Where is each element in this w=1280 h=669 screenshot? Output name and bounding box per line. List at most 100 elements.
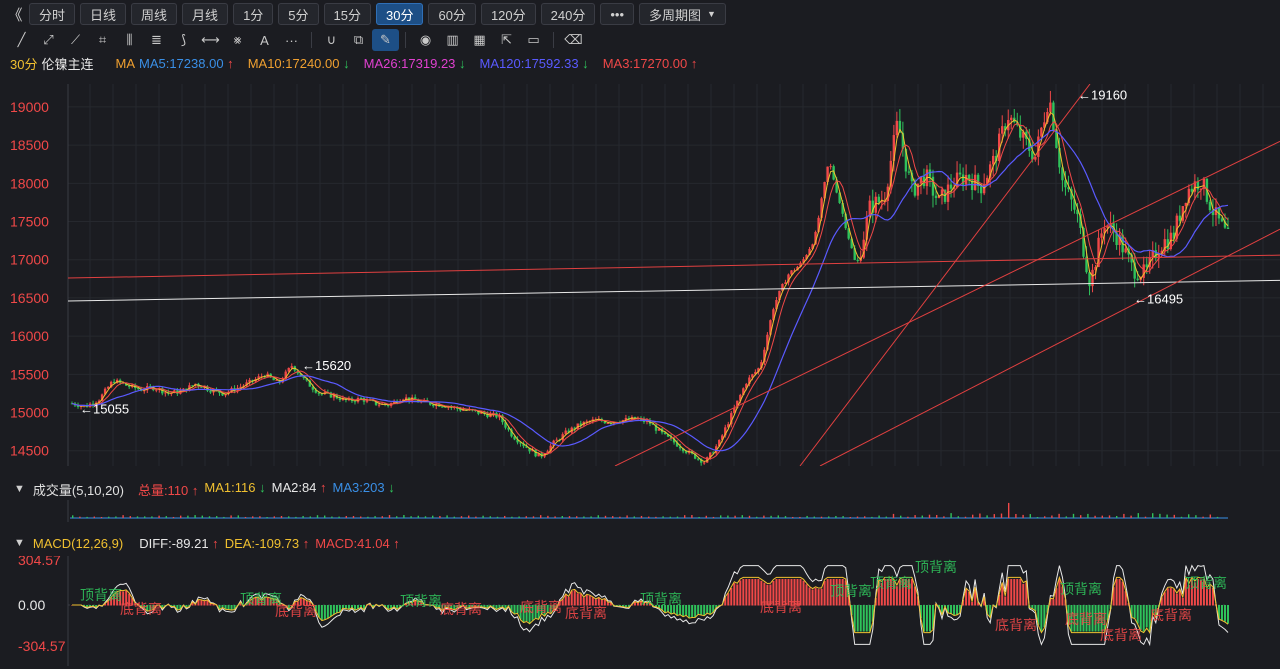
- collapse-triangle-icon[interactable]: ▼: [14, 537, 25, 549]
- polyline-tool-icon[interactable]: ⟋: [62, 29, 89, 51]
- volume-bar: [1065, 516, 1067, 518]
- candle-body: [1049, 102, 1052, 112]
- macd-values: DIFF:-89.21 ↑ DEA:-109.73 ↑ MACD:41.04 ↑: [139, 536, 400, 551]
- more-periods-button[interactable]: •••: [600, 3, 634, 25]
- volume-bar: [280, 515, 283, 518]
- macd-bar: [820, 588, 823, 606]
- macd-tick-label: -304.57: [18, 638, 66, 654]
- volume-bar: [712, 516, 715, 518]
- macd-chart[interactable]: 304.570.00-304.57顶背离底背离顶背离底背离顶背离底背离 底背离 底背…: [0, 556, 1280, 666]
- period-button[interactable]: 60分: [428, 3, 476, 25]
- price-chart[interactable]: 19000 18500 18000 17500 17000 16500 16000 15500…: [0, 84, 1280, 466]
- comment-icon[interactable]: ▭: [520, 29, 547, 51]
- period-button[interactable]: 120分: [480, 3, 536, 25]
- period-button[interactable]: 15分: [323, 3, 371, 25]
- multi-period-dropdown[interactable]: 多周期图 ▼: [639, 3, 726, 25]
- bottom-divergence-label: 底背离: [1150, 607, 1192, 623]
- macd-bar: [811, 589, 814, 606]
- price-annotation: ←16495: [1134, 291, 1183, 306]
- legend-value: MA3:203: [332, 479, 385, 495]
- volume-bar: [950, 513, 952, 518]
- collapse-sidebar-icon[interactable]: 《: [6, 4, 24, 25]
- volume-bar: [316, 515, 319, 518]
- measure-tool-icon[interactable]: ⟷: [197, 29, 224, 51]
- volume-bar: [864, 516, 866, 518]
- volume-bar: [828, 516, 830, 518]
- volume-bar: [770, 515, 772, 518]
- volume-bar: [302, 515, 304, 518]
- volume-bar: [1000, 513, 1003, 518]
- period-button[interactable]: 分时: [29, 3, 76, 25]
- volume-bar: [309, 516, 311, 518]
- magnet-icon[interactable]: ∪: [318, 29, 345, 51]
- bottom-divergence-label: 底背离: [565, 605, 607, 621]
- volume-bar: [496, 516, 499, 518]
- price-annotation: ←15055: [80, 401, 129, 416]
- crop-tool-icon[interactable]: ⌗: [89, 29, 116, 51]
- multi-period-label: 多周期图: [649, 7, 702, 23]
- volume-bar: [540, 515, 542, 518]
- macd-bar: [823, 581, 826, 606]
- period-button[interactable]: 日线: [80, 3, 127, 25]
- volume-bar: [252, 516, 254, 518]
- period-button[interactable]: 1分: [233, 3, 274, 25]
- ray-tool-icon[interactable]: ⤢: [35, 29, 62, 51]
- volume-bar: [266, 516, 268, 518]
- pen-icon[interactable]: ✎: [372, 29, 399, 51]
- macd-bar: [727, 593, 730, 606]
- volume-bar: [201, 515, 203, 518]
- legend-item: MA26:17319.23 ↓: [364, 56, 466, 71]
- legend-item: DEA:-109.73 ↑: [225, 536, 310, 551]
- brush-tool-icon[interactable]: ⟆: [170, 29, 197, 51]
- legend-value: MA26:17319.23: [363, 55, 456, 71]
- collapse-triangle-icon[interactable]: ▼: [14, 483, 25, 495]
- volume-bar: [122, 515, 124, 518]
- volume-title: 成交量(5,10,20): [32, 482, 124, 498]
- volume-bar: [676, 516, 679, 518]
- period-button[interactable]: 5分: [278, 3, 319, 25]
- volume-bar: [424, 516, 427, 518]
- copy-icon[interactable]: ⧉: [345, 29, 372, 51]
- volume-values: 总量:110 ↑ MA1:116 ↓ MA2:84 ↑ MA3:203 ↓: [138, 480, 395, 499]
- volume-bar: [410, 516, 412, 518]
- arrow-up-icon: ↑: [208, 535, 219, 551]
- volume-bar: [1166, 514, 1168, 518]
- legend-value: MA3:17270.00: [602, 55, 688, 71]
- volume-bar: [748, 515, 751, 518]
- line-tool-icon[interactable]: ╱: [8, 29, 35, 51]
- volume-bar: [698, 516, 700, 518]
- price-tick-label: 16000: [10, 328, 49, 344]
- volume-legend: ▼ 成交量(5,10,20) 总量:110 ↑ MA1:116 ↓ MA2:84 ↑…: [0, 479, 1280, 499]
- period-button[interactable]: 周线: [131, 3, 178, 25]
- period-button[interactable]: 30分: [376, 3, 424, 25]
- price-tick-label: 16500: [10, 290, 49, 306]
- macd-bar: [573, 590, 576, 606]
- fib-tool-icon[interactable]: ⫼: [116, 29, 143, 51]
- volume-bar: [288, 516, 290, 518]
- period-button[interactable]: 月线: [182, 3, 229, 25]
- eraser-icon[interactable]: ⌫: [560, 29, 587, 51]
- bottom-divergence-label: 底背离: [995, 617, 1037, 633]
- macd-bar: [733, 583, 736, 606]
- layout-icon[interactable]: ▦: [466, 29, 493, 51]
- bottom-divergence-label: 底背离: [520, 599, 562, 615]
- bottom-divergence-label: 底背离: [275, 603, 317, 619]
- volume-chart[interactable]: [0, 500, 1280, 522]
- arrow-down-icon: ↓: [455, 55, 466, 71]
- share-icon[interactable]: ⇱: [493, 29, 520, 51]
- candle-body: [1220, 218, 1224, 222]
- volume-bar: [151, 516, 153, 518]
- channel-tool-icon[interactable]: ≣: [143, 29, 170, 51]
- volume-bar: [986, 515, 988, 518]
- text-tool-icon[interactable]: A: [251, 29, 278, 51]
- more-tools-icon[interactable]: ···: [278, 29, 305, 51]
- macd-tick-label: 304.57: [18, 556, 61, 568]
- gann-tool-icon[interactable]: ⨳: [224, 29, 251, 51]
- price-tick-label: 17500: [10, 214, 49, 230]
- eye-icon[interactable]: ◉: [412, 29, 439, 51]
- trash-icon[interactable]: ▥: [439, 29, 466, 51]
- volume-bar: [381, 516, 383, 518]
- macd-bar: [1227, 605, 1229, 624]
- period-button[interactable]: 240分: [540, 3, 596, 25]
- bottom-divergence-label: 底背离: [1065, 611, 1107, 627]
